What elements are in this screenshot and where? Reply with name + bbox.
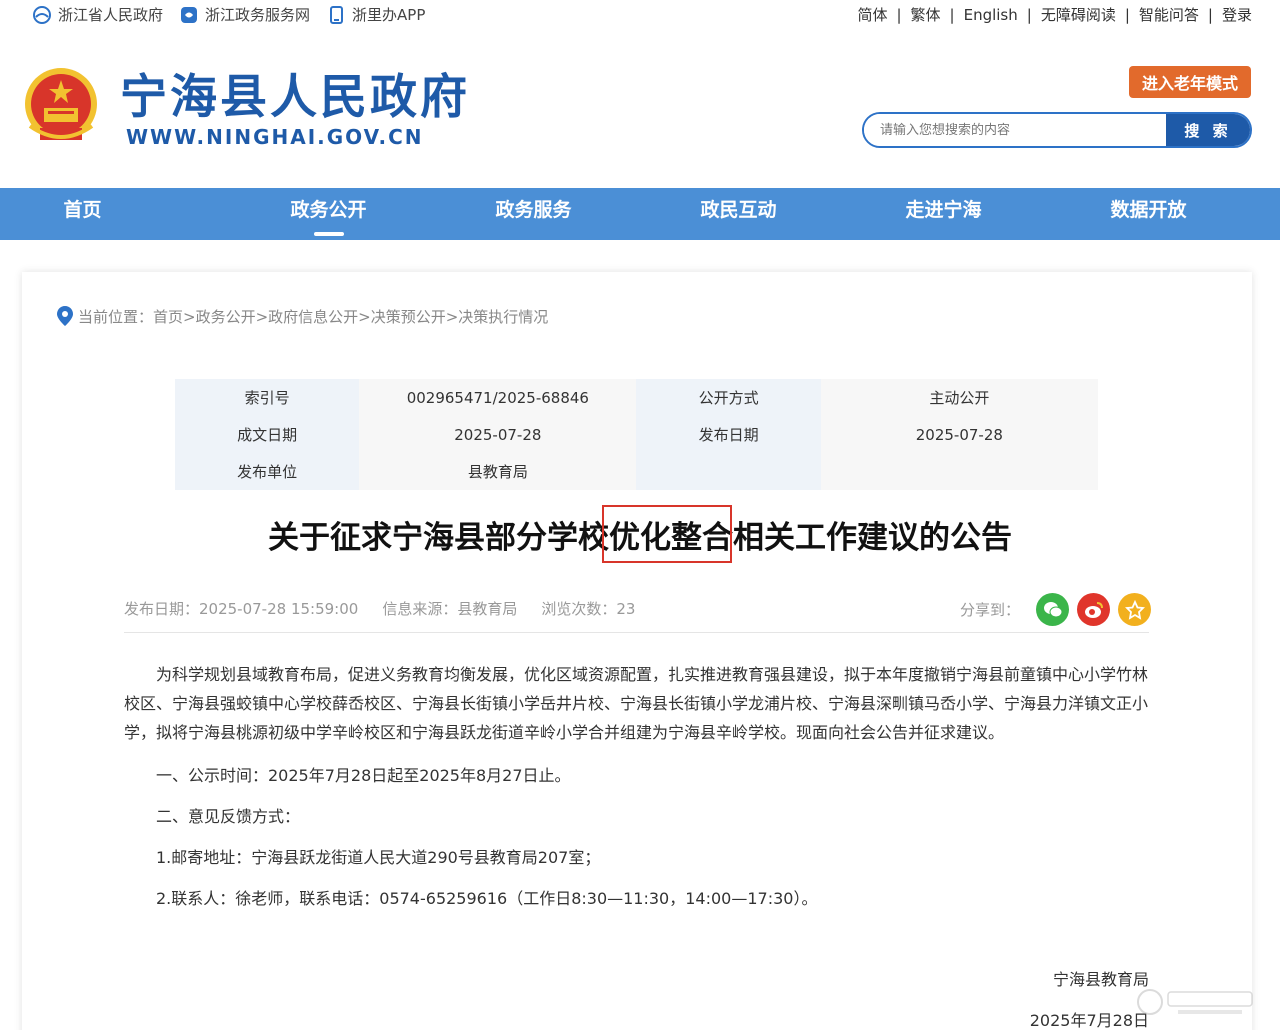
method-label: 公开方式 bbox=[636, 379, 821, 416]
view-count: 浏览次数：23 bbox=[541, 600, 636, 618]
table-row: 成文日期 2025-07-28 发布日期 2025-07-28 bbox=[175, 416, 1098, 453]
empty-cell bbox=[636, 453, 821, 490]
link-zhejiang-gov[interactable]: 浙江省人民政府 bbox=[32, 4, 163, 25]
link-traditional[interactable]: 繁体 bbox=[911, 4, 941, 25]
search-button[interactable]: 搜 索 bbox=[1166, 114, 1250, 146]
separator: | bbox=[1026, 5, 1032, 24]
elder-mode-button[interactable]: 进入老年模式 bbox=[1129, 66, 1251, 98]
contact-info: 2.联系人：徐老师，联系电话：0574-65259616（工作日8:30—11:… bbox=[156, 889, 818, 908]
nav-government-affairs-label: 政务公开 bbox=[290, 199, 367, 221]
link-zheliban-app[interactable]: 浙里办APP bbox=[326, 4, 425, 25]
link-accessibility[interactable]: 无障碍阅读 bbox=[1041, 4, 1116, 25]
search-input[interactable] bbox=[864, 114, 1166, 146]
zhejiang-service-icon bbox=[181, 6, 198, 23]
highlight-box bbox=[602, 505, 732, 563]
nav-public-interaction[interactable]: 政民互动 bbox=[636, 188, 841, 240]
article-body: 为科学规划县域教育布局，促进义务教育均衡发展，优化区域资源配置，扎实推进教育强县… bbox=[124, 660, 1149, 747]
info-source: 信息来源：县教育局 bbox=[382, 600, 518, 618]
top-links: 浙江省人民政府 浙江政务服务网 浙里办APP bbox=[32, 4, 425, 25]
index-value: 002965471/2025-68846 bbox=[359, 379, 637, 416]
link-smart-qa[interactable]: 智能问答 bbox=[1139, 4, 1199, 25]
nav-government-services[interactable]: 政务服务 bbox=[431, 188, 636, 240]
nav-open-data[interactable]: 数据开放 bbox=[1046, 188, 1251, 240]
top-bar: 浙江省人民政府 浙江政务服务网 浙里办APP 简体 | 繁体 | English… bbox=[0, 0, 1280, 30]
breadcrumb-text[interactable]: 当前位置：首页>政务公开>政府信息公开>决策预公开>决策执行情况 bbox=[78, 306, 548, 327]
link-login[interactable]: 登录 bbox=[1222, 4, 1252, 25]
notice-period: 一、公示时间：2025年7月28日起至2025年8月27日止。 bbox=[156, 766, 571, 785]
table-row: 发布单位 县教育局 bbox=[175, 453, 1098, 490]
site-url: WWW.NINGHAI.GOV.CN bbox=[126, 125, 424, 149]
favorite-share-button[interactable] bbox=[1118, 593, 1152, 626]
top-utility-links: 简体 | 繁体 | English | 无障碍阅读 | 智能问答 | 登录 bbox=[857, 4, 1252, 25]
nav-home[interactable]: 首页 bbox=[21, 188, 144, 240]
search-box: 搜 索 bbox=[862, 112, 1252, 148]
info-table: 索引号 002965471/2025-68846 公开方式 主动公开 成文日期 … bbox=[175, 379, 1098, 490]
share-label: 分享到： bbox=[960, 601, 1021, 619]
link-zhejiang-service-label: 浙江政务服务网 bbox=[205, 6, 311, 24]
weibo-icon bbox=[1084, 601, 1103, 618]
empty-cell bbox=[820, 453, 1098, 490]
feedback-heading: 二、意见反馈方式： bbox=[156, 807, 301, 826]
main-nav: 首页 政务公开 政务服务 政民互动 走进宁海 数据开放 bbox=[0, 188, 1280, 240]
zhejiang-gov-icon bbox=[33, 5, 51, 24]
unit-label: 发布单位 bbox=[175, 453, 360, 490]
unit-value: 县教育局 bbox=[359, 453, 637, 490]
separator: | bbox=[949, 5, 955, 24]
nav-government-affairs[interactable]: 政务公开 bbox=[226, 188, 431, 240]
article-paragraph: 为科学规划县域教育布局，促进义务教育均衡发展，优化区域资源配置，扎实推进教育强县… bbox=[124, 665, 1149, 742]
created-label: 成文日期 bbox=[175, 416, 360, 453]
active-underline bbox=[313, 232, 344, 236]
publish-datetime: 发布日期：2025-07-28 15:59:00 bbox=[124, 600, 359, 618]
link-english[interactable]: English bbox=[964, 6, 1018, 24]
method-value: 主动公开 bbox=[820, 379, 1098, 416]
favorite-icon bbox=[1124, 599, 1145, 620]
wechat-icon bbox=[1043, 601, 1063, 617]
table-row: 索引号 002965471/2025-68846 公开方式 主动公开 bbox=[175, 379, 1098, 416]
national-emblem bbox=[25, 68, 97, 140]
breadcrumb: 当前位置：首页>政务公开>政府信息公开>决策预公开>决策执行情况 bbox=[56, 305, 548, 327]
link-zhejiang-service[interactable]: 浙江政务服务网 bbox=[179, 4, 310, 25]
link-zheliban-app-label: 浙里办APP bbox=[352, 6, 426, 24]
link-simplified[interactable]: 简体 bbox=[857, 4, 887, 25]
mailing-address: 1.邮寄地址：宁海县跃龙街道人民大道290号县教育局207室； bbox=[156, 848, 601, 867]
location-icon bbox=[57, 306, 73, 326]
separator: | bbox=[1207, 5, 1213, 24]
zheliban-app-icon bbox=[330, 5, 344, 24]
share-bar: 分享到： bbox=[960, 593, 1152, 626]
link-zhejiang-gov-label: 浙江省人民政府 bbox=[58, 6, 164, 24]
weibo-share-button[interactable] bbox=[1077, 593, 1111, 626]
wechat-share-button[interactable] bbox=[1036, 593, 1070, 626]
separator: | bbox=[1124, 5, 1130, 24]
index-label: 索引号 bbox=[175, 379, 360, 416]
divider bbox=[124, 632, 1149, 633]
nav-explore-ninghai[interactable]: 走进宁海 bbox=[841, 188, 1046, 240]
separator: | bbox=[896, 5, 902, 24]
article-info: 发布日期：2025-07-28 15:59:00 信息来源：县教育局 浏览次数：… bbox=[124, 598, 635, 619]
published-value: 2025-07-28 bbox=[820, 416, 1098, 453]
published-label: 发布日期 bbox=[636, 416, 821, 453]
watermark-logo bbox=[1137, 989, 1253, 1015]
created-value: 2025-07-28 bbox=[359, 416, 637, 453]
site-title[interactable]: 宁海县人民政府 bbox=[120, 58, 470, 127]
